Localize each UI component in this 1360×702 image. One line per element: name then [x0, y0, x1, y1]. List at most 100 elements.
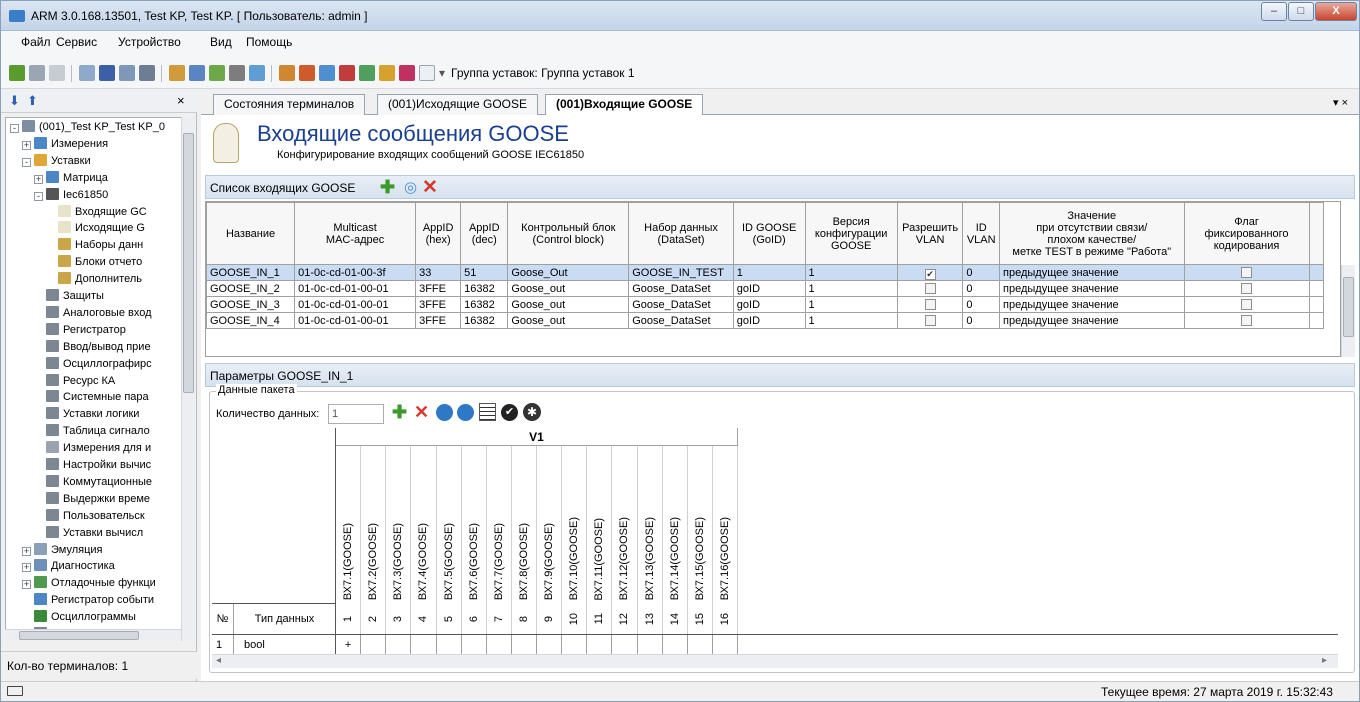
tree-item[interactable]: Коммутационные	[34, 474, 152, 489]
table-cell-fixed[interactable]	[1183, 264, 1310, 281]
column-header[interactable]: Multicast MAC-адрес	[294, 202, 417, 265]
list-icon[interactable]	[479, 403, 496, 421]
tree-item[interactable]: Выдержки време	[34, 491, 150, 506]
table-cell-appid-hex[interactable]: 33	[415, 264, 462, 281]
checkbox[interactable]	[1241, 298, 1253, 310]
column-header[interactable]: AppID (hex)	[415, 202, 462, 265]
bit-value-cell[interactable]	[562, 635, 588, 654]
checkbox[interactable]	[924, 314, 936, 326]
column-header[interactable]: AppID (dec)	[460, 202, 509, 265]
bit-column-header[interactable]: ВХ7.11(GOOSE)	[587, 446, 613, 604]
bit-column-header[interactable]: ВХ7.2(GOOSE)	[361, 446, 387, 604]
bit-value-cell[interactable]	[411, 635, 437, 654]
table-cell-cb[interactable]: Goose_Out	[507, 264, 630, 281]
list-vertical-scrollbar[interactable]	[1341, 265, 1355, 357]
table-cell-dataset[interactable]: Goose_DataSet	[628, 296, 734, 313]
table-cell-mac[interactable]: 01-0c-cd-01-00-01	[294, 312, 417, 329]
bit-column-header[interactable]: ВХ7.16(GOOSE)	[713, 446, 738, 604]
menu-file[interactable]: Файл	[21, 35, 51, 49]
table-cell-dataset[interactable]: Goose_DataSet	[628, 280, 734, 297]
arrow-up-icon[interactable]: ⬆	[27, 93, 38, 109]
table-cell-fixed[interactable]	[1183, 312, 1310, 329]
expand-toggle-icon[interactable]: -	[10, 124, 19, 133]
edit-icon[interactable]	[299, 65, 315, 81]
bit-column-header[interactable]: ВХ7.5(GOOSE)	[437, 446, 462, 604]
column-header[interactable]: ID VLAN	[962, 202, 1001, 265]
bit-column-header[interactable]: ВХ7.15(GOOSE)	[688, 446, 713, 604]
table-cell-mac[interactable]: 01-0c-cd-01-00-01	[294, 296, 417, 313]
minimize-button[interactable]: –	[1261, 2, 1287, 21]
menu-device[interactable]: Устройство	[118, 35, 181, 49]
table-cell-vlan-id[interactable]: 0	[962, 296, 1001, 313]
column-header[interactable]: Контрольный блок (Control block)	[507, 202, 630, 265]
table-cell-confver[interactable]: 1	[804, 264, 898, 281]
tree-item[interactable]: Уставки вычисл	[34, 525, 143, 540]
tree-item[interactable]: Входящие GC	[46, 204, 147, 219]
data-count-field[interactable]: 1	[328, 404, 384, 424]
table-cell-vlan-id[interactable]: 0	[962, 264, 1001, 281]
expand-toggle-icon[interactable]: -	[22, 157, 31, 167]
delete-icon[interactable]: ✕	[422, 176, 438, 199]
table-cell-appid-hex[interactable]: 3FFE	[415, 296, 462, 313]
table-cell-appid-dec[interactable]: 16382	[460, 312, 509, 329]
tree-item[interactable]: + Диагностика	[22, 559, 115, 573]
bit-value-cell[interactable]	[688, 635, 713, 654]
checkbox[interactable]: ✔	[924, 268, 936, 280]
checkbox[interactable]	[1241, 282, 1253, 294]
table-cell-appid-hex[interactable]: 3FFE	[415, 312, 462, 329]
checkbox[interactable]	[1241, 266, 1253, 278]
refresh-icon[interactable]	[249, 65, 265, 81]
bit-column-header[interactable]: ВХ7.6(GOOSE)	[462, 446, 487, 604]
bit-column-header[interactable]: ВХ7.12(GOOSE)	[612, 446, 638, 604]
copy-icon[interactable]: ◎	[404, 178, 417, 196]
tree-item[interactable]: Системные пара	[34, 390, 149, 404]
bit-value-cell[interactable]	[612, 635, 638, 654]
bit-value-cell[interactable]	[663, 635, 688, 654]
bit-column-header[interactable]: ВХ7.9(GOOSE)	[537, 446, 563, 604]
flag-icon[interactable]	[399, 65, 415, 81]
table-cell-vlan[interactable]	[896, 312, 964, 329]
menu-view[interactable]: Вид	[210, 35, 232, 49]
table-cell-value[interactable]: предыдущее значение	[999, 296, 1185, 313]
column-header[interactable]: Значение при отсутствии связи/ плохом ка…	[999, 202, 1185, 265]
list-scroll-thumb[interactable]	[1343, 277, 1354, 337]
chart-icon[interactable]	[339, 65, 355, 81]
close-panel-icon[interactable]: ×	[177, 93, 185, 108]
check-icon[interactable]: ✔	[501, 404, 518, 421]
table-cell-vlan[interactable]: ✔	[896, 264, 964, 281]
bit-column-header[interactable]: ВХ7.3(GOOSE)	[386, 446, 412, 604]
print-icon[interactable]	[189, 65, 205, 81]
table-cell-goid[interactable]: goID	[732, 312, 806, 329]
open-icon[interactable]	[279, 65, 295, 81]
tab-outgoing-goose[interactable]: (001)Исходящие GOOSE	[377, 94, 539, 115]
tab-terminal-states[interactable]: Состояния терминалов	[213, 94, 366, 115]
table-cell-confver[interactable]: 1	[804, 296, 898, 313]
tree-item[interactable]: Дополнитель	[46, 272, 142, 286]
table-cell-appid-dec[interactable]: 16382	[460, 296, 509, 313]
column-header[interactable]: Разрешить VLAN	[896, 202, 964, 265]
table-cell-name[interactable]: GOOSE_IN_1	[206, 264, 296, 281]
column-header[interactable]: Флаг фиксированного кодирования	[1183, 202, 1310, 265]
tree-hscroll-thumb[interactable]	[19, 631, 139, 640]
export-icon[interactable]	[169, 65, 185, 81]
bit-value-cell[interactable]	[713, 635, 738, 654]
table-cell-goid[interactable]: goID	[732, 296, 806, 313]
data-row-type[interactable]: bool	[234, 635, 336, 654]
tree-item[interactable]: Осциллографирс	[34, 356, 152, 371]
tree-scroll-thumb[interactable]	[183, 133, 194, 393]
tree-item[interactable]: + Измерения	[22, 136, 108, 151]
scroll-right-icon[interactable]: ▸	[1322, 655, 1327, 666]
tree-item[interactable]: Пользовательск	[34, 508, 145, 523]
bit-column-header[interactable]: ВХ7.10(GOOSE)	[562, 446, 588, 604]
tree-item[interactable]: Осциллограммы	[22, 610, 136, 624]
close-button[interactable]: X	[1315, 2, 1357, 21]
device-tree[interactable]: - (001)_Test KP_Test KP_0 + Измерения - Устав…	[5, 117, 182, 641]
table-cell-confver[interactable]: 1	[804, 280, 898, 297]
tree-item[interactable]: - Уставки	[22, 153, 91, 168]
bit-value-cell[interactable]	[361, 635, 387, 654]
add-data-icon[interactable]: ✚	[392, 402, 414, 424]
settings-icon[interactable]	[379, 65, 395, 81]
expand-toggle-icon[interactable]: +	[22, 546, 31, 556]
table-cell-vlan[interactable]	[896, 280, 964, 297]
tree-item[interactable]: + Отладочные функци	[22, 576, 156, 590]
